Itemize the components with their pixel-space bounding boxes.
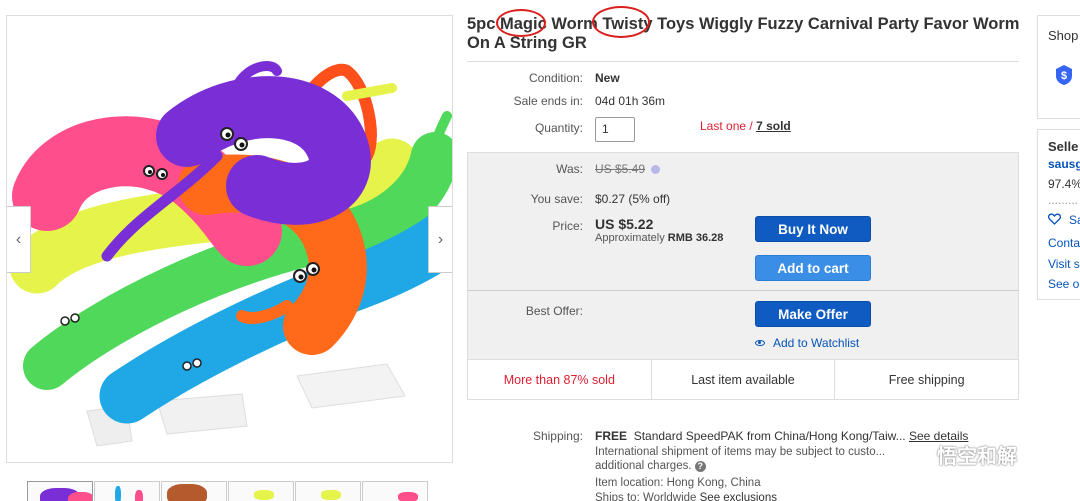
add-to-cart-button[interactable]: Add to cart: [755, 255, 871, 281]
shipping-label: Shipping:: [532, 429, 583, 443]
ships-to: Ships to: Worldwide See exclusions: [595, 492, 777, 501]
item-location-label: Item location:: [595, 477, 664, 489]
divider: [467, 290, 1019, 291]
sale-ends-label: Sale ends in:: [513, 94, 583, 108]
item-title: 5pc Magic Worm Twisty Toys Wiggly Fuzzy …: [467, 15, 1020, 52]
was-price: US $5.49: [595, 162, 661, 176]
highlight-last-item: Last item available: [652, 360, 836, 399]
highlight-sold-percent: More than 87% sold: [468, 360, 652, 399]
thumbnail[interactable]: [161, 481, 227, 501]
seller-info-heading: Selle: [1048, 139, 1079, 154]
product-photo: [9, 61, 452, 447]
was-label: Was:: [556, 162, 583, 176]
watermark-text: 悟空和解: [937, 446, 1017, 468]
item-location: Item location: Hong Kong, China: [595, 477, 761, 489]
svg-text:$: $: [1061, 70, 1067, 82]
buy-it-now-button[interactable]: Buy It Now: [755, 216, 871, 242]
visit-store-link[interactable]: Visit s: [1048, 257, 1080, 271]
thumbnail[interactable]: [362, 481, 428, 501]
info-icon[interactable]: [651, 165, 661, 174]
you-save-label: You save:: [530, 192, 583, 206]
see-other-items-link[interactable]: See o: [1048, 277, 1079, 291]
last-one-text: Last one: [700, 119, 747, 133]
condition-label: Condition:: [528, 71, 583, 85]
best-offer-label: Best Offer:: [525, 304, 583, 318]
shop-label: Shop: [1048, 28, 1079, 43]
thumbnail-strip: [27, 481, 429, 501]
sold-count-link[interactable]: 7 sold: [756, 119, 791, 133]
seller-name-link[interactable]: sausg: [1048, 157, 1080, 171]
thumbnail[interactable]: [228, 481, 294, 501]
shipping-service: Standard SpeedPAK from China/Hong Kong/T…: [633, 429, 906, 443]
shield-icon: $: [1056, 65, 1072, 85]
item-location-value: Hong Kong, China: [666, 477, 761, 489]
eye-icon: [755, 340, 765, 346]
intl-shipping-note: International shipment of items may be s…: [595, 446, 886, 458]
chevron-left-icon[interactable]: ‹: [7, 206, 31, 273]
intl-shipping-note-2: additional charges. ?: [595, 460, 706, 472]
contact-seller-link[interactable]: Conta: [1048, 236, 1080, 250]
thumbnail[interactable]: [295, 481, 361, 501]
thumbnail[interactable]: [94, 481, 160, 501]
see-exclusions-link[interactable]: See exclusions: [700, 492, 777, 501]
approx-value: RMB 36.28: [667, 232, 724, 244]
quantity-input[interactable]: 1: [595, 117, 635, 142]
shipping-free: FREE: [595, 429, 628, 443]
dotted-divider: .........: [1048, 193, 1079, 207]
chevron-right-icon[interactable]: ›: [428, 206, 452, 273]
highlights-strip: More than 87% sold Last item available F…: [467, 359, 1019, 400]
heart-icon[interactable]: [1048, 213, 1061, 225]
product-image-gallery[interactable]: ‹ ›: [6, 15, 453, 463]
you-save-value: $0.27 (5% off): [595, 192, 671, 206]
make-offer-button[interactable]: Make Offer: [755, 301, 871, 327]
ships-to-value: Ships to: Worldwide: [595, 492, 697, 501]
highlight-free-shipping: Free shipping: [888, 372, 965, 387]
help-icon[interactable]: ?: [694, 461, 706, 472]
separator: /: [746, 119, 757, 133]
availability-text: Last one / 7 sold: [700, 119, 791, 133]
divider: [467, 61, 1019, 62]
was-price-value: US $5.49: [595, 162, 646, 176]
watermark: 悟空和解: [905, 440, 1017, 469]
approx-price: Approximately RMB 36.28: [595, 232, 723, 244]
price-label: Price:: [552, 219, 583, 233]
price-value: US $5.22: [595, 216, 654, 232]
add-to-watchlist-link[interactable]: Add to Watchlist: [755, 336, 859, 350]
additional-charges: additional charges.: [595, 460, 692, 472]
watchlist-label: Add to Watchlist: [773, 336, 860, 350]
save-seller-link[interactable]: Sa: [1069, 213, 1080, 227]
seller-feedback: 97.4%: [1048, 177, 1080, 191]
thumbnail[interactable]: [27, 481, 93, 501]
quantity-label: Quantity:: [534, 121, 583, 135]
approx-label: Approximately: [595, 232, 665, 244]
chat-bubble-icon: [905, 444, 931, 464]
condition-value: New: [595, 71, 620, 85]
sale-ends-value: 04d 01h 36m: [595, 94, 666, 108]
